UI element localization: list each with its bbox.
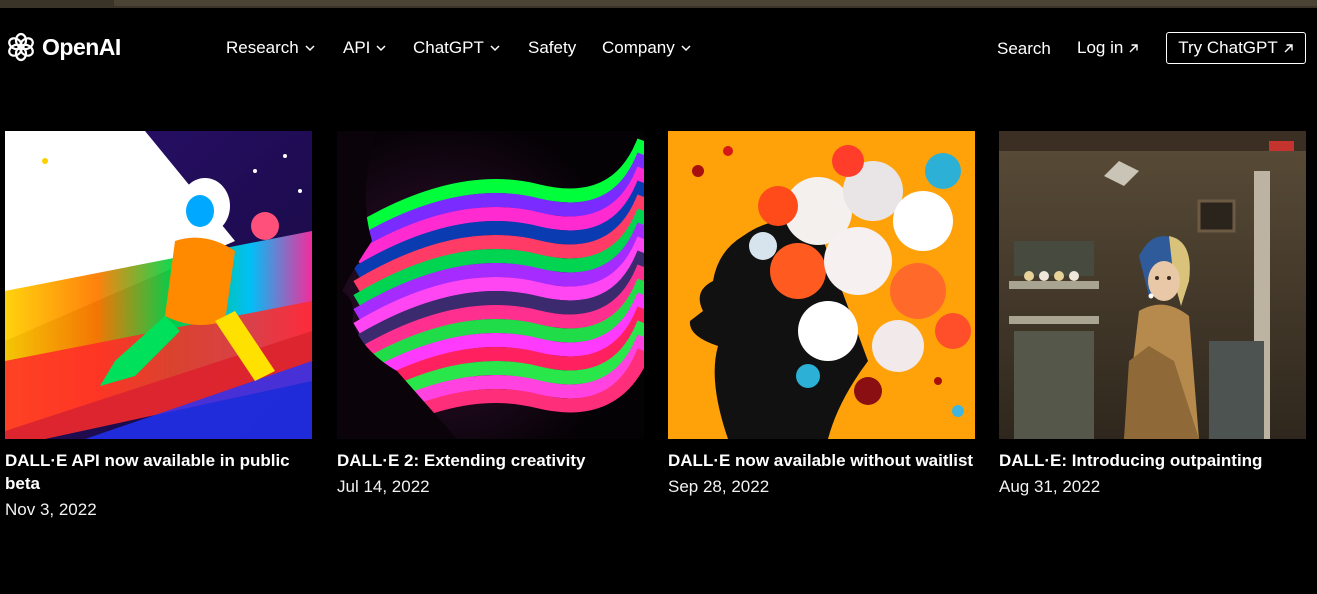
rainbow-profile-image[interactable] [337,131,644,439]
login-label: Log in [1077,38,1124,57]
article-card-4[interactable]: DALL·E: Introducing outpainting Aug 31, … [999,131,1306,498]
nav-company[interactable]: Company [602,38,692,58]
nav-chatgpt[interactable]: ChatGPT [413,38,501,58]
search-link[interactable]: Search [997,39,1051,59]
nav-safety-label: Safety [528,38,577,57]
try-chatgpt-label: Try ChatGPT [1178,38,1278,57]
article-title[interactable]: DALL·E API now available in public beta [5,449,312,495]
article-card-2[interactable]: DALL·E 2: Extending creativity Jul 14, 2… [337,131,644,498]
nav-safety[interactable]: Safety [528,38,576,58]
logo-text: OpenAI [42,33,121,60]
astronaut-painting-image[interactable] [5,131,312,439]
flower-head-silhouette-image[interactable] [668,131,975,439]
browser-top-strip-inner [114,0,1317,6]
nav-api[interactable]: API [343,38,387,58]
nav-company-label: Company [602,38,675,57]
chevron-down-icon [305,45,315,52]
openai-blossom-icon [8,32,34,62]
article-date: Aug 31, 2022 [999,477,1101,496]
article-date: Nov 3, 2022 [5,500,97,519]
nav-chatgpt-label: ChatGPT [413,38,484,57]
external-arrow-icon [1129,43,1139,52]
article-title[interactable]: DALL·E: Introducing outpainting [999,449,1306,472]
article-card-3[interactable]: DALL·E now available without waitlist Se… [668,131,975,498]
search-label: Search [997,39,1051,58]
article-date: Sep 28, 2022 [668,477,770,496]
girl-pearl-earring-outpainting-image[interactable] [999,131,1306,439]
chevron-down-icon [490,45,500,52]
article-title[interactable]: DALL·E 2: Extending creativity [337,449,644,472]
login-link[interactable]: Log in [1077,38,1139,58]
chevron-down-icon [681,45,691,52]
try-chatgpt-button[interactable]: Try ChatGPT [1166,32,1306,64]
browser-top-strip [0,0,1317,8]
openai-logo[interactable]: OpenAI [5,31,121,63]
nav-api-label: API [343,38,371,57]
chevron-down-icon [376,45,386,52]
nav-research[interactable]: Research [226,38,316,58]
nav-research-label: Research [226,38,299,57]
article-title[interactable]: DALL·E now available without waitlist [668,449,975,472]
external-arrow-icon [1284,43,1293,52]
article-card-1[interactable]: DALL·E API now available in public beta … [5,131,312,521]
article-date: Jul 14, 2022 [337,477,430,496]
